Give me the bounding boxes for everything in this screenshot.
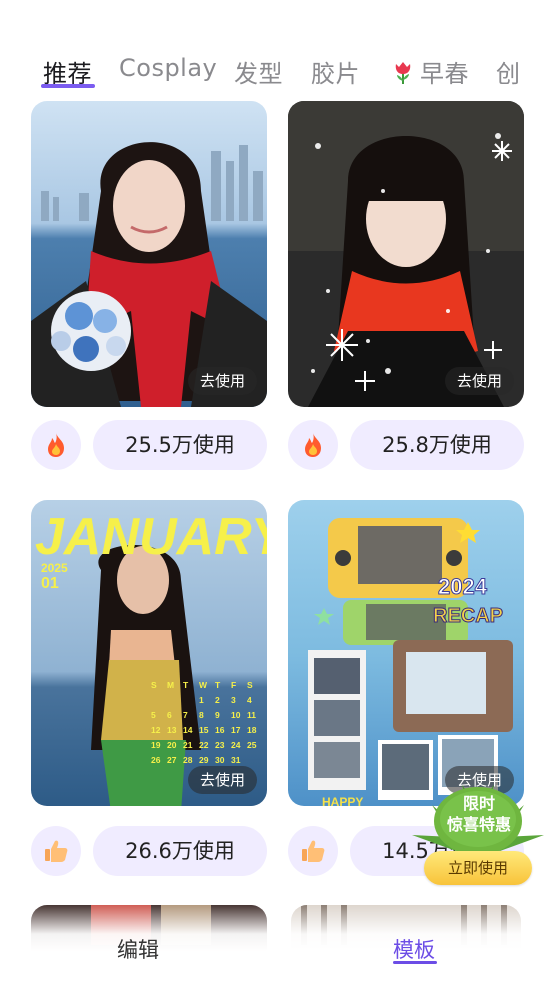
use-template-button[interactable]: 去使用 <box>444 367 514 395</box>
usage-count: 26.6万使用 <box>93 826 267 876</box>
calendar-month: 01 <box>41 575 59 592</box>
calendar-day: 31 <box>231 755 241 765</box>
calendar-day: 20 <box>167 740 177 750</box>
calendar-day: 12 <box>151 725 161 735</box>
promo-title: 限时 惊喜特惠 <box>434 793 524 835</box>
calendar-day: 24 <box>231 740 241 750</box>
calendar-day: 25 <box>247 740 257 750</box>
calendar-day: 29 <box>199 755 209 765</box>
calendar-weekday: F <box>231 680 236 690</box>
usage-count: 25.8万使用 <box>350 420 524 470</box>
calendar-day: 13 <box>167 725 177 735</box>
happy-label: HAPPY <box>322 795 363 806</box>
use-template-button[interactable]: 去使用 <box>187 766 257 794</box>
calendar-day: 18 <box>247 725 257 735</box>
thumbs-up-icon <box>45 840 68 862</box>
calendar-weekday: T <box>183 680 189 690</box>
calendar-weekday: M <box>167 680 174 690</box>
template-card-2[interactable]: 去使用 <box>288 101 524 407</box>
calendar-day: 3 <box>231 695 236 705</box>
tab-cosplay[interactable]: Cosplay <box>119 54 217 82</box>
promo-use-now-button[interactable]: 立即使用 <box>424 851 532 885</box>
calendar-weekday: T <box>215 680 221 690</box>
template-image-2 <box>288 101 524 407</box>
calendar-day: 1 <box>199 695 204 705</box>
like-badge <box>288 826 338 876</box>
template-image-4: 2024 RECAP HAPPY <box>288 500 524 806</box>
tab-early-spring-label: 早春 <box>420 60 469 88</box>
usage-count: 25.5万使用 <box>93 420 267 470</box>
nav-edit[interactable]: 编辑 <box>117 934 159 964</box>
promo-floating-badge[interactable]: 限时 惊喜特惠 立即使用 <box>412 775 544 890</box>
calendar-day: 5 <box>151 710 156 720</box>
tab-hairstyle[interactable]: 发型 <box>234 54 283 89</box>
template-image-3: JANUARY 2025 01 S M T W T F S1 2 3 45 6 7 8 9 10 1112 13… <box>31 500 267 806</box>
calendar-day: 23 <box>215 740 225 750</box>
use-template-button[interactable]: 去使用 <box>187 367 257 395</box>
template-image-1 <box>31 101 267 407</box>
calendar-day: 22 <box>199 740 209 750</box>
tab-early-spring[interactable]: 早春 <box>392 54 469 89</box>
calendar-day: 28 <box>183 755 193 765</box>
calendar-day: 14 <box>183 725 193 735</box>
calendar-day: 6 <box>167 710 172 720</box>
thumbs-up-icon <box>302 840 325 862</box>
nav-active-indicator <box>393 961 437 964</box>
calendar-day: 10 <box>231 710 241 720</box>
calendar-day: 7 <box>183 710 188 720</box>
calendar-day: 8 <box>199 710 204 720</box>
template-card-4[interactable]: 2024 RECAP HAPPY 去使用 <box>288 500 524 806</box>
tab-film[interactable]: 胶片 <box>311 54 360 89</box>
calendar-day: 21 <box>183 740 193 750</box>
fire-icon <box>48 433 64 457</box>
promo-line-1: 限时 <box>462 794 495 813</box>
calendar-day: 15 <box>199 725 209 735</box>
calendar-weekday: W <box>199 680 208 690</box>
template-card-3[interactable]: JANUARY 2025 01 S M T W T F S 1 2 3 4 5 6 7 8 9 10 11 12 13… <box>31 500 267 806</box>
tab-create-partial[interactable]: 创 <box>496 54 521 89</box>
bottom-nav-background <box>0 900 554 985</box>
calendar-day: 17 <box>231 725 241 735</box>
hot-badge <box>31 420 81 470</box>
calendar-day: 4 <box>247 695 252 705</box>
nav-templates[interactable]: 模板 <box>393 934 435 964</box>
calendar-day: 30 <box>215 755 225 765</box>
calendar-day: 26 <box>151 755 161 765</box>
calendar-weekday: S <box>151 680 157 690</box>
template-card-1[interactable]: 去使用 <box>31 101 267 407</box>
calendar-title: JANUARY <box>35 508 267 566</box>
calendar-day: 11 <box>247 710 256 720</box>
recap-year: 2024 <box>438 574 488 599</box>
calendar-day: 27 <box>167 755 177 765</box>
calendar-day: 2 <box>215 695 220 705</box>
fire-icon <box>305 433 321 457</box>
calendar-weekday: S <box>247 680 253 690</box>
calendar-day: 19 <box>151 740 161 750</box>
tulip-icon <box>395 62 411 84</box>
active-tab-indicator <box>41 84 95 88</box>
hot-badge <box>288 420 338 470</box>
recap-title: RECAP <box>433 605 503 627</box>
calendar-day: 16 <box>215 725 225 735</box>
category-tabs: 推荐 Cosplay 发型 胶片 早春 创 <box>0 40 554 100</box>
like-badge <box>31 826 81 876</box>
calendar-year: 2025 <box>41 561 68 575</box>
calendar-day: 9 <box>215 710 220 720</box>
promo-line-2: 惊喜特惠 <box>446 815 511 834</box>
